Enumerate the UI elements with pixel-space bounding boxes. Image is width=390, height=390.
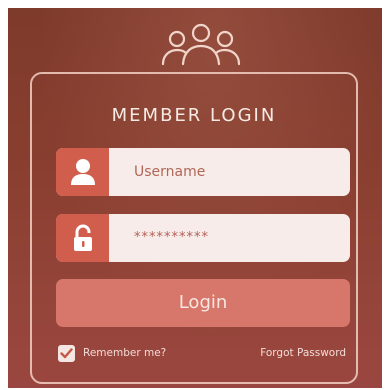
lock-icon [73,224,92,251]
login-screen: MEMBER LOGIN Username ********** Login R… [8,8,382,388]
remember-me-option[interactable]: Remember me? [58,344,166,362]
login-card: MEMBER LOGIN Username ********** Login R… [30,72,358,384]
password-field[interactable]: ********** [56,214,350,262]
lock-icon-box [56,214,109,262]
checkmark-icon [60,347,73,358]
username-placeholder: Username [134,164,206,180]
user-icon [70,159,95,185]
remember-label: Remember me? [83,347,167,359]
login-button[interactable]: Login [56,279,350,327]
page-title: MEMBER LOGIN [111,105,277,126]
user-icon-box [56,148,109,196]
remember-checkbox[interactable] [58,344,75,362]
people-group-icon [161,23,241,66]
password-value: ********** [134,230,209,245]
username-field[interactable]: Username [56,148,350,196]
forgot-password-link[interactable]: Forgot Password [260,347,346,359]
